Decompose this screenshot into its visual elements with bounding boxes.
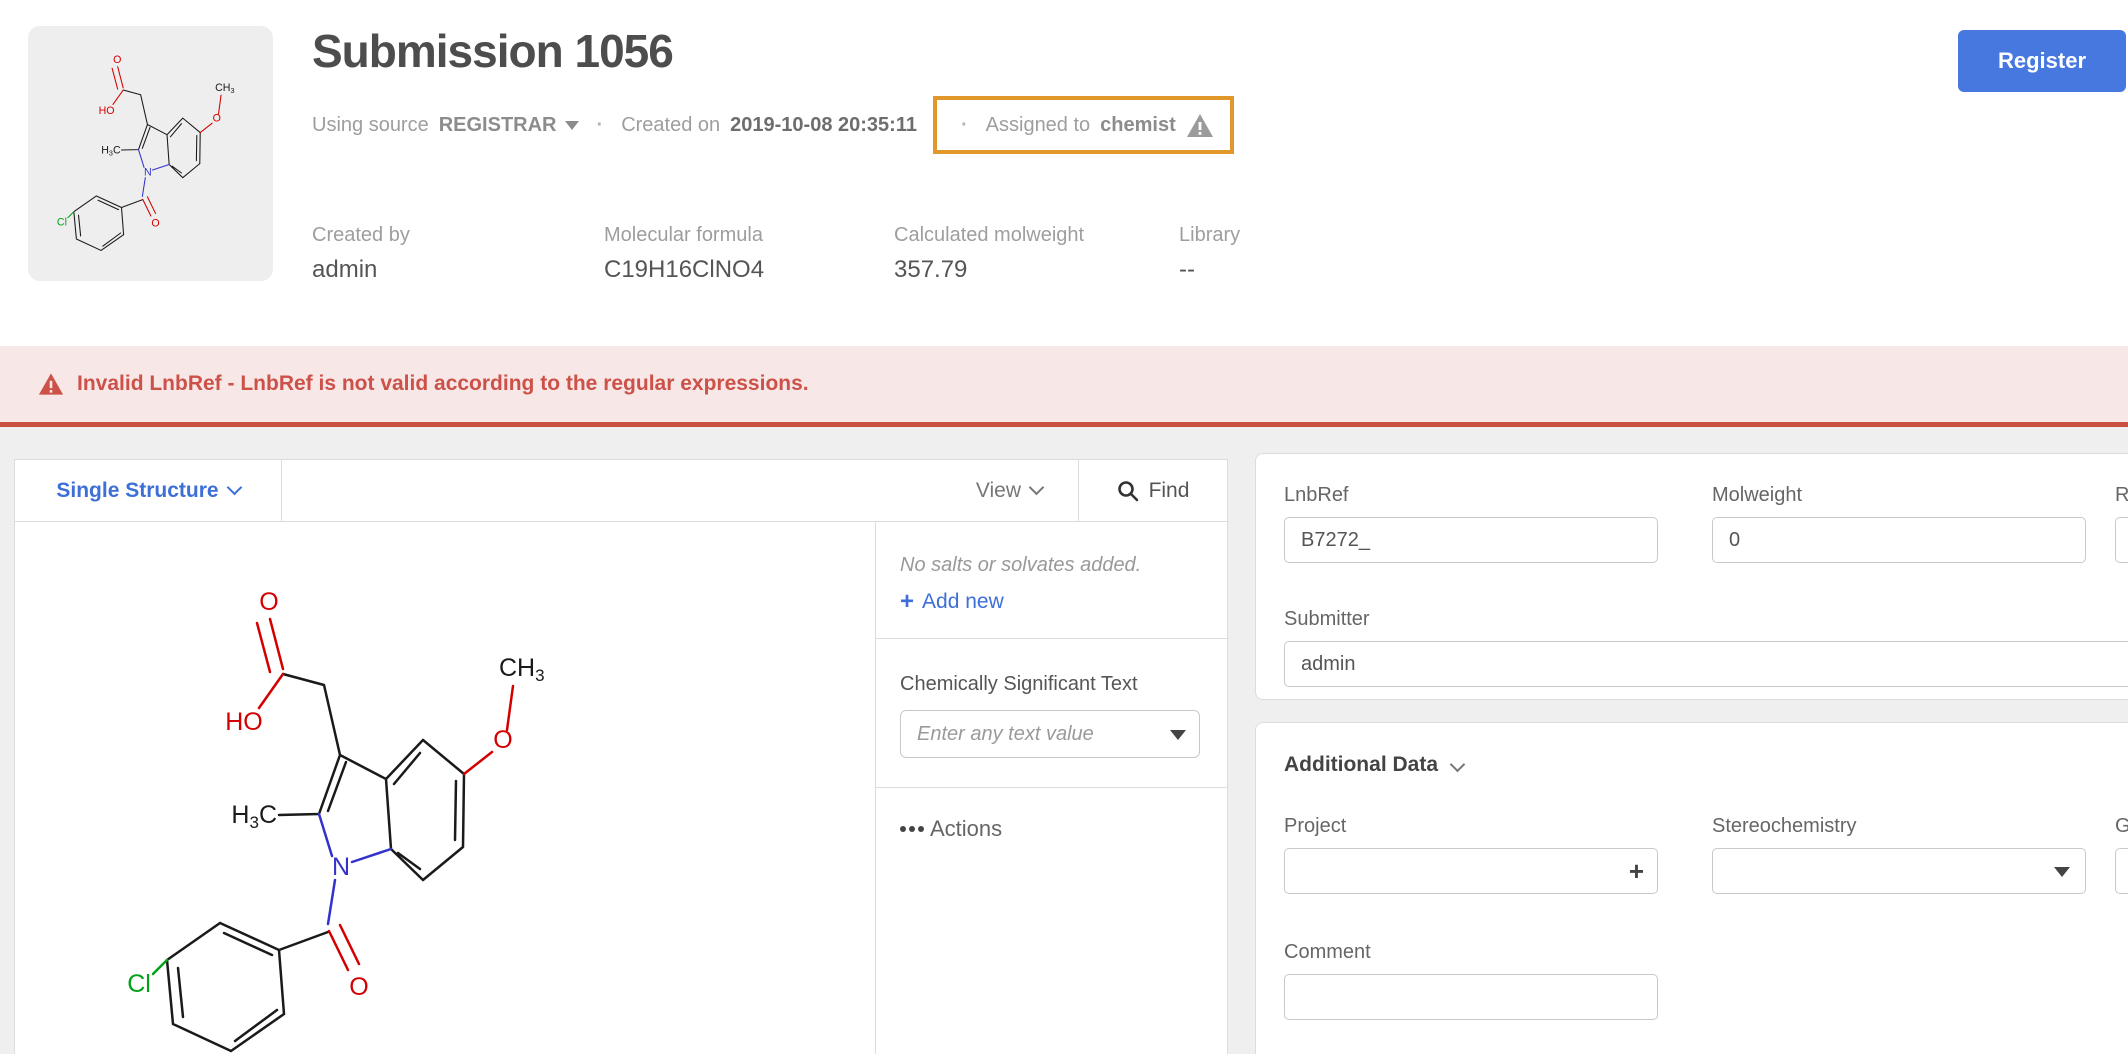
molweight-input[interactable] bbox=[1712, 517, 2086, 563]
error-message: Invalid LnbRef - LnbRef is not valid acc… bbox=[77, 372, 809, 396]
chevron-down-icon bbox=[1450, 756, 1466, 772]
geom-select[interactable] bbox=[2115, 848, 2128, 894]
stereochemistry-select[interactable] bbox=[1712, 848, 2086, 894]
rest-input[interactable] bbox=[2115, 517, 2128, 563]
page-title: Submission 1056 bbox=[312, 24, 673, 78]
registration-page: Submission 1056 Using source REGISTRAR ·… bbox=[0, 0, 2128, 1054]
assigned-to-label: Assigned to bbox=[986, 114, 1091, 137]
warning-icon bbox=[1186, 113, 1214, 138]
add-new-button[interactable]: + Add new bbox=[900, 590, 1004, 614]
content-area: Single Structure View Find bbox=[0, 427, 2128, 1054]
alert-warning-icon bbox=[38, 372, 64, 396]
stereochemistry-field: Stereochemistry bbox=[1712, 815, 2086, 894]
error-banner: Invalid LnbRef - LnbRef is not valid acc… bbox=[0, 346, 2128, 427]
assigned-to-value: chemist bbox=[1100, 114, 1176, 137]
view-button[interactable]: View bbox=[976, 460, 1078, 521]
source-dropdown[interactable]: REGISTRAR bbox=[439, 114, 579, 137]
molecule-drawing bbox=[111, 562, 581, 1054]
created-on-label: Created on bbox=[621, 114, 720, 137]
source-value: REGISTRAR bbox=[439, 114, 557, 137]
rest-field: Rest bbox=[2115, 484, 2128, 563]
meta-molecular-formula: Molecular formula C19H16ClNO4 bbox=[604, 224, 764, 284]
search-icon bbox=[1117, 480, 1139, 502]
salts-panel: No salts or solvates added. + Add new Ch… bbox=[875, 522, 1227, 1054]
cst-section: Chemically Significant Text bbox=[876, 639, 1227, 788]
comment-input[interactable] bbox=[1284, 974, 1658, 1020]
add-project-button[interactable]: + bbox=[1629, 856, 1644, 887]
meta-calculated-molweight: Calculated molweight 357.79 bbox=[894, 224, 1084, 284]
structure-card: Single Structure View Find bbox=[14, 459, 1228, 1054]
salts-empty-text: No salts or solvates added. bbox=[900, 554, 1227, 577]
separator-dot: · bbox=[597, 114, 604, 137]
geom-field: Geom bbox=[2115, 815, 2128, 894]
assigned-to-highlight: · Assigned to chemist bbox=[933, 96, 1234, 154]
using-source-label: Using source bbox=[312, 114, 429, 137]
cst-label: Chemically Significant Text bbox=[900, 673, 1227, 696]
plus-icon: + bbox=[900, 592, 914, 612]
identifiers-card: LnbRef Molweight Rest Submitter bbox=[1255, 453, 2128, 700]
additional-data-toggle[interactable]: Additional Data bbox=[1284, 753, 1463, 777]
molweight-field: Molweight bbox=[1712, 484, 2086, 563]
meta-created-by: Created by admin bbox=[312, 224, 410, 284]
lnbref-field: LnbRef bbox=[1284, 484, 1658, 563]
ellipsis-icon bbox=[900, 826, 906, 832]
lnbref-input[interactable] bbox=[1284, 517, 1658, 563]
comment-field: Comment bbox=[1284, 941, 1658, 1020]
molecule-thumbnail-drawing bbox=[50, 42, 250, 264]
salts-section: No salts or solvates added. + Add new bbox=[876, 522, 1227, 639]
cst-input[interactable] bbox=[900, 710, 1200, 758]
chevron-down-icon bbox=[226, 480, 242, 496]
project-input[interactable] bbox=[1284, 848, 1658, 894]
structure-mode-selector[interactable]: Single Structure bbox=[15, 460, 282, 521]
find-button[interactable]: Find bbox=[1078, 460, 1227, 521]
chevron-down-icon bbox=[565, 121, 579, 130]
created-on-value: 2019-10-08 20:35:11 bbox=[730, 114, 917, 137]
actions-button[interactable]: Actions bbox=[876, 788, 1227, 842]
submission-subline: Using source REGISTRAR · Created on 2019… bbox=[312, 96, 1234, 154]
chevron-down-icon bbox=[1029, 480, 1045, 496]
structure-canvas[interactable] bbox=[15, 522, 875, 1054]
structure-thumbnail bbox=[28, 26, 273, 281]
project-field: Project + bbox=[1284, 815, 1658, 894]
structure-toolbar: Single Structure View Find bbox=[15, 460, 1227, 522]
register-button[interactable]: Register bbox=[1958, 30, 2126, 92]
submitter-field: Submitter bbox=[1284, 608, 2128, 687]
meta-library: Library -- bbox=[1179, 224, 1240, 284]
additional-data-card: Additional Data Project + Stereochemistr… bbox=[1255, 722, 2128, 1054]
separator-dot: · bbox=[961, 114, 968, 137]
submitter-input[interactable] bbox=[1284, 641, 2128, 687]
